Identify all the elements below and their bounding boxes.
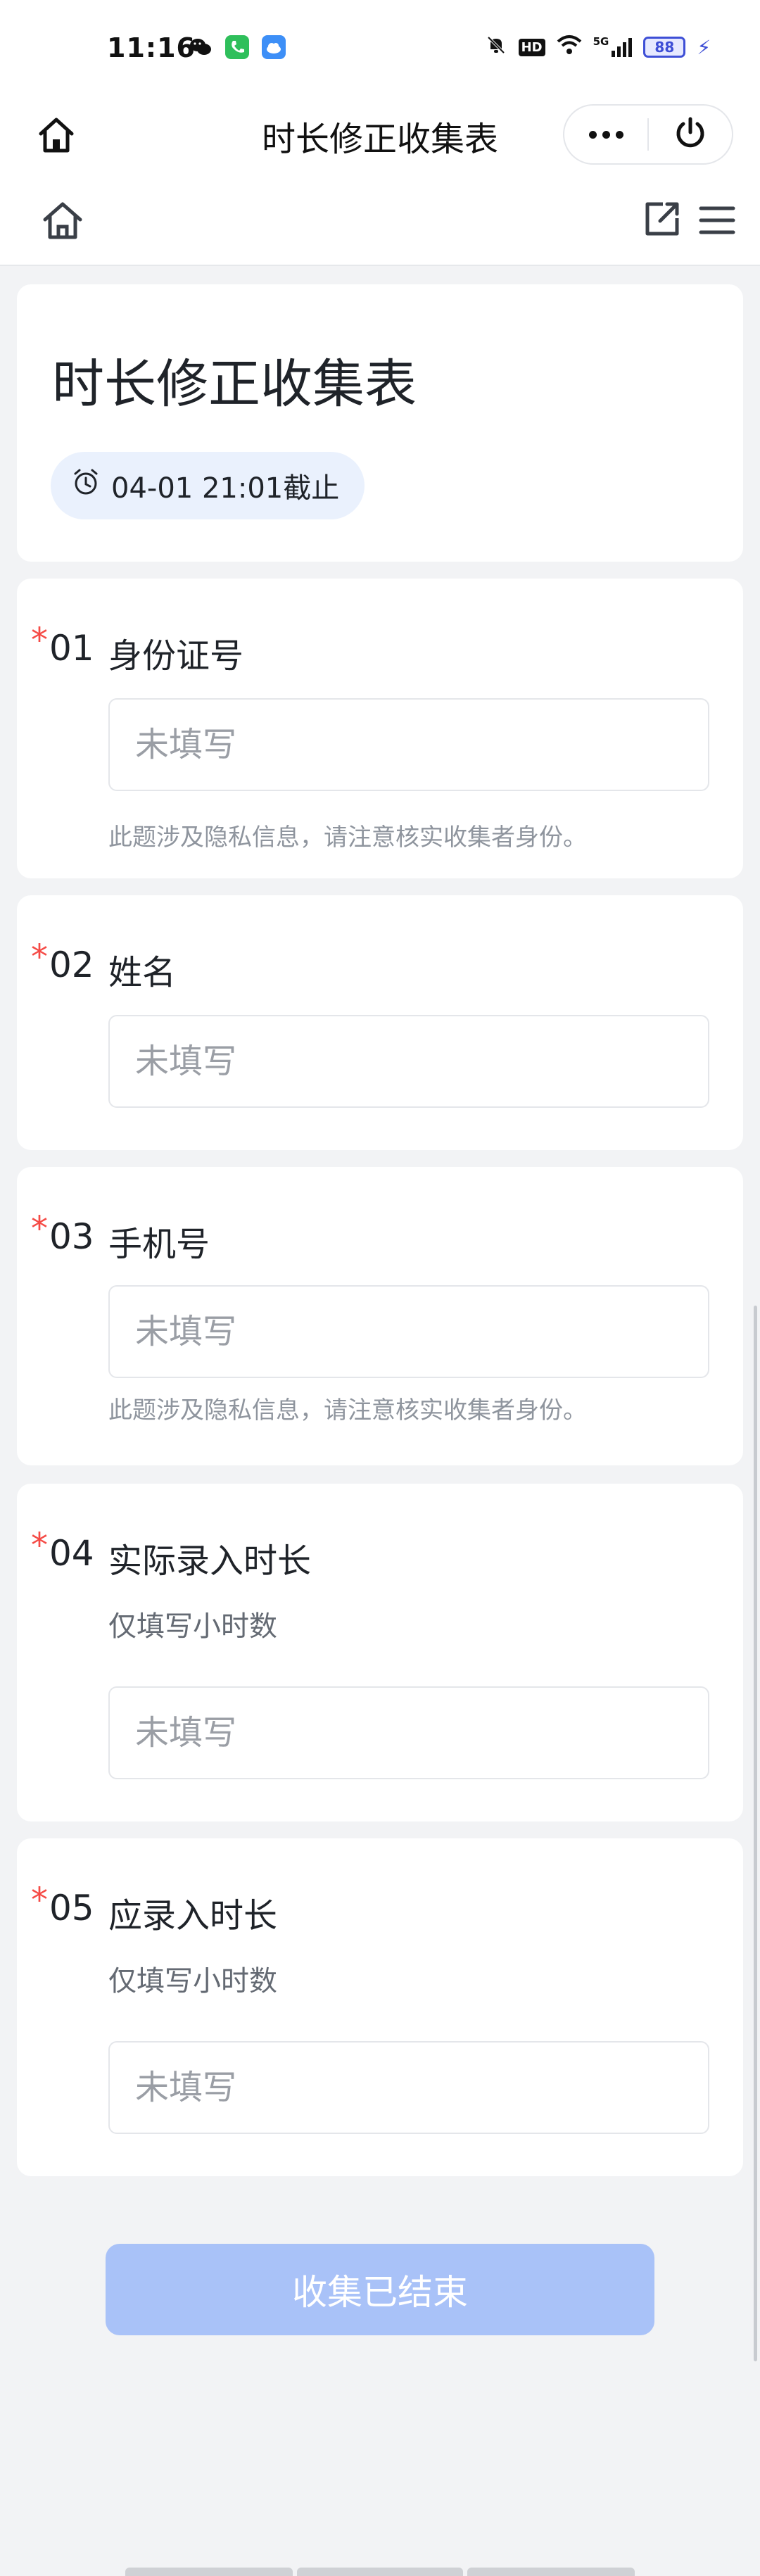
question-card: * 01 身份证号 此题涉及隐私信息，请注意核实收集者身份。	[17, 579, 743, 878]
page-toolbar	[0, 190, 760, 266]
required-marker: *	[31, 1209, 48, 1249]
deadline-text: 04-01 21:01截止	[111, 472, 340, 505]
mini-program-capsule	[563, 104, 733, 165]
form-header-card: 时长修正收集表 04-01 21:01截止	[17, 284, 743, 562]
battery-icon: 88	[643, 37, 686, 58]
gesture-bar	[125, 2568, 293, 2576]
nav-bar: 时长修正收集表	[0, 99, 760, 190]
cloud-app-icon	[262, 35, 286, 59]
wifi-icon	[557, 34, 582, 60]
required-marker: *	[31, 937, 48, 977]
gesture-bar	[467, 2568, 635, 2576]
privacy-note: 此题涉及隐私信息，请注意核实收集者身份。	[108, 1396, 587, 1425]
question-card: * 02 姓名	[17, 895, 743, 1150]
gesture-bar	[297, 2568, 463, 2576]
required-marker: *	[31, 1526, 48, 1565]
form-title: 时长修正收集表	[52, 354, 417, 415]
scrollbar[interactable]	[754, 1306, 757, 2361]
collection-ended-button[interactable]: 收集已结束	[106, 2244, 654, 2335]
share-icon[interactable]	[642, 198, 683, 239]
question-card: * 03 手机号 此题涉及隐私信息，请注意核实收集者身份。	[17, 1167, 743, 1465]
question-number: 04	[49, 1533, 94, 1574]
power-icon	[671, 114, 709, 155]
alarm-clock-icon	[70, 467, 101, 505]
phone-app-icon	[225, 35, 249, 59]
question-number: 03	[49, 1216, 94, 1257]
question-label: 姓名	[108, 953, 177, 992]
privacy-note: 此题涉及隐私信息，请注意核实收集者身份。	[108, 823, 587, 852]
deadline-badge: 04-01 21:01截止	[51, 452, 365, 519]
charging-icon: ⚡	[697, 35, 711, 59]
status-bar: 11:16 HD 5G 88 ⚡	[0, 0, 760, 99]
more-icon	[588, 130, 623, 139]
phone-input[interactable]	[108, 1285, 709, 1378]
network-type: 5G	[593, 35, 609, 48]
question-label: 手机号	[108, 1225, 210, 1264]
menu-icon[interactable]	[697, 200, 737, 241]
id-number-input[interactable]	[108, 698, 709, 791]
question-hint: 仅填写小时数	[108, 1965, 277, 1997]
expected-hours-input[interactable]	[108, 2041, 709, 2134]
actual-hours-input[interactable]	[108, 1686, 709, 1779]
close-button[interactable]	[649, 106, 732, 163]
question-hint: 仅填写小时数	[108, 1610, 277, 1643]
required-marker: *	[31, 1881, 48, 1920]
status-indicators: HD 5G 88 ⚡	[485, 34, 711, 61]
question-label: 实际录入时长	[108, 1541, 312, 1581]
mute-icon	[485, 34, 507, 61]
name-input[interactable]	[108, 1015, 709, 1108]
question-card: * 05 应录入时长 仅填写小时数	[17, 1838, 743, 2176]
question-number: 02	[49, 945, 94, 985]
required-marker: *	[31, 621, 48, 660]
question-card: * 04 实际录入时长 仅填写小时数	[17, 1484, 743, 1821]
hd-icon: HD	[518, 38, 545, 56]
question-label: 应录入时长	[108, 1896, 278, 1936]
home-icon[interactable]	[39, 197, 86, 244]
question-label: 身份证号	[108, 636, 244, 676]
wechat-icon	[189, 35, 213, 59]
question-number: 05	[49, 1888, 94, 1928]
question-number: 01	[49, 628, 94, 669]
status-time: 11:16	[107, 32, 196, 63]
more-button[interactable]	[564, 106, 647, 163]
signal-icon: 5G	[593, 37, 633, 58]
